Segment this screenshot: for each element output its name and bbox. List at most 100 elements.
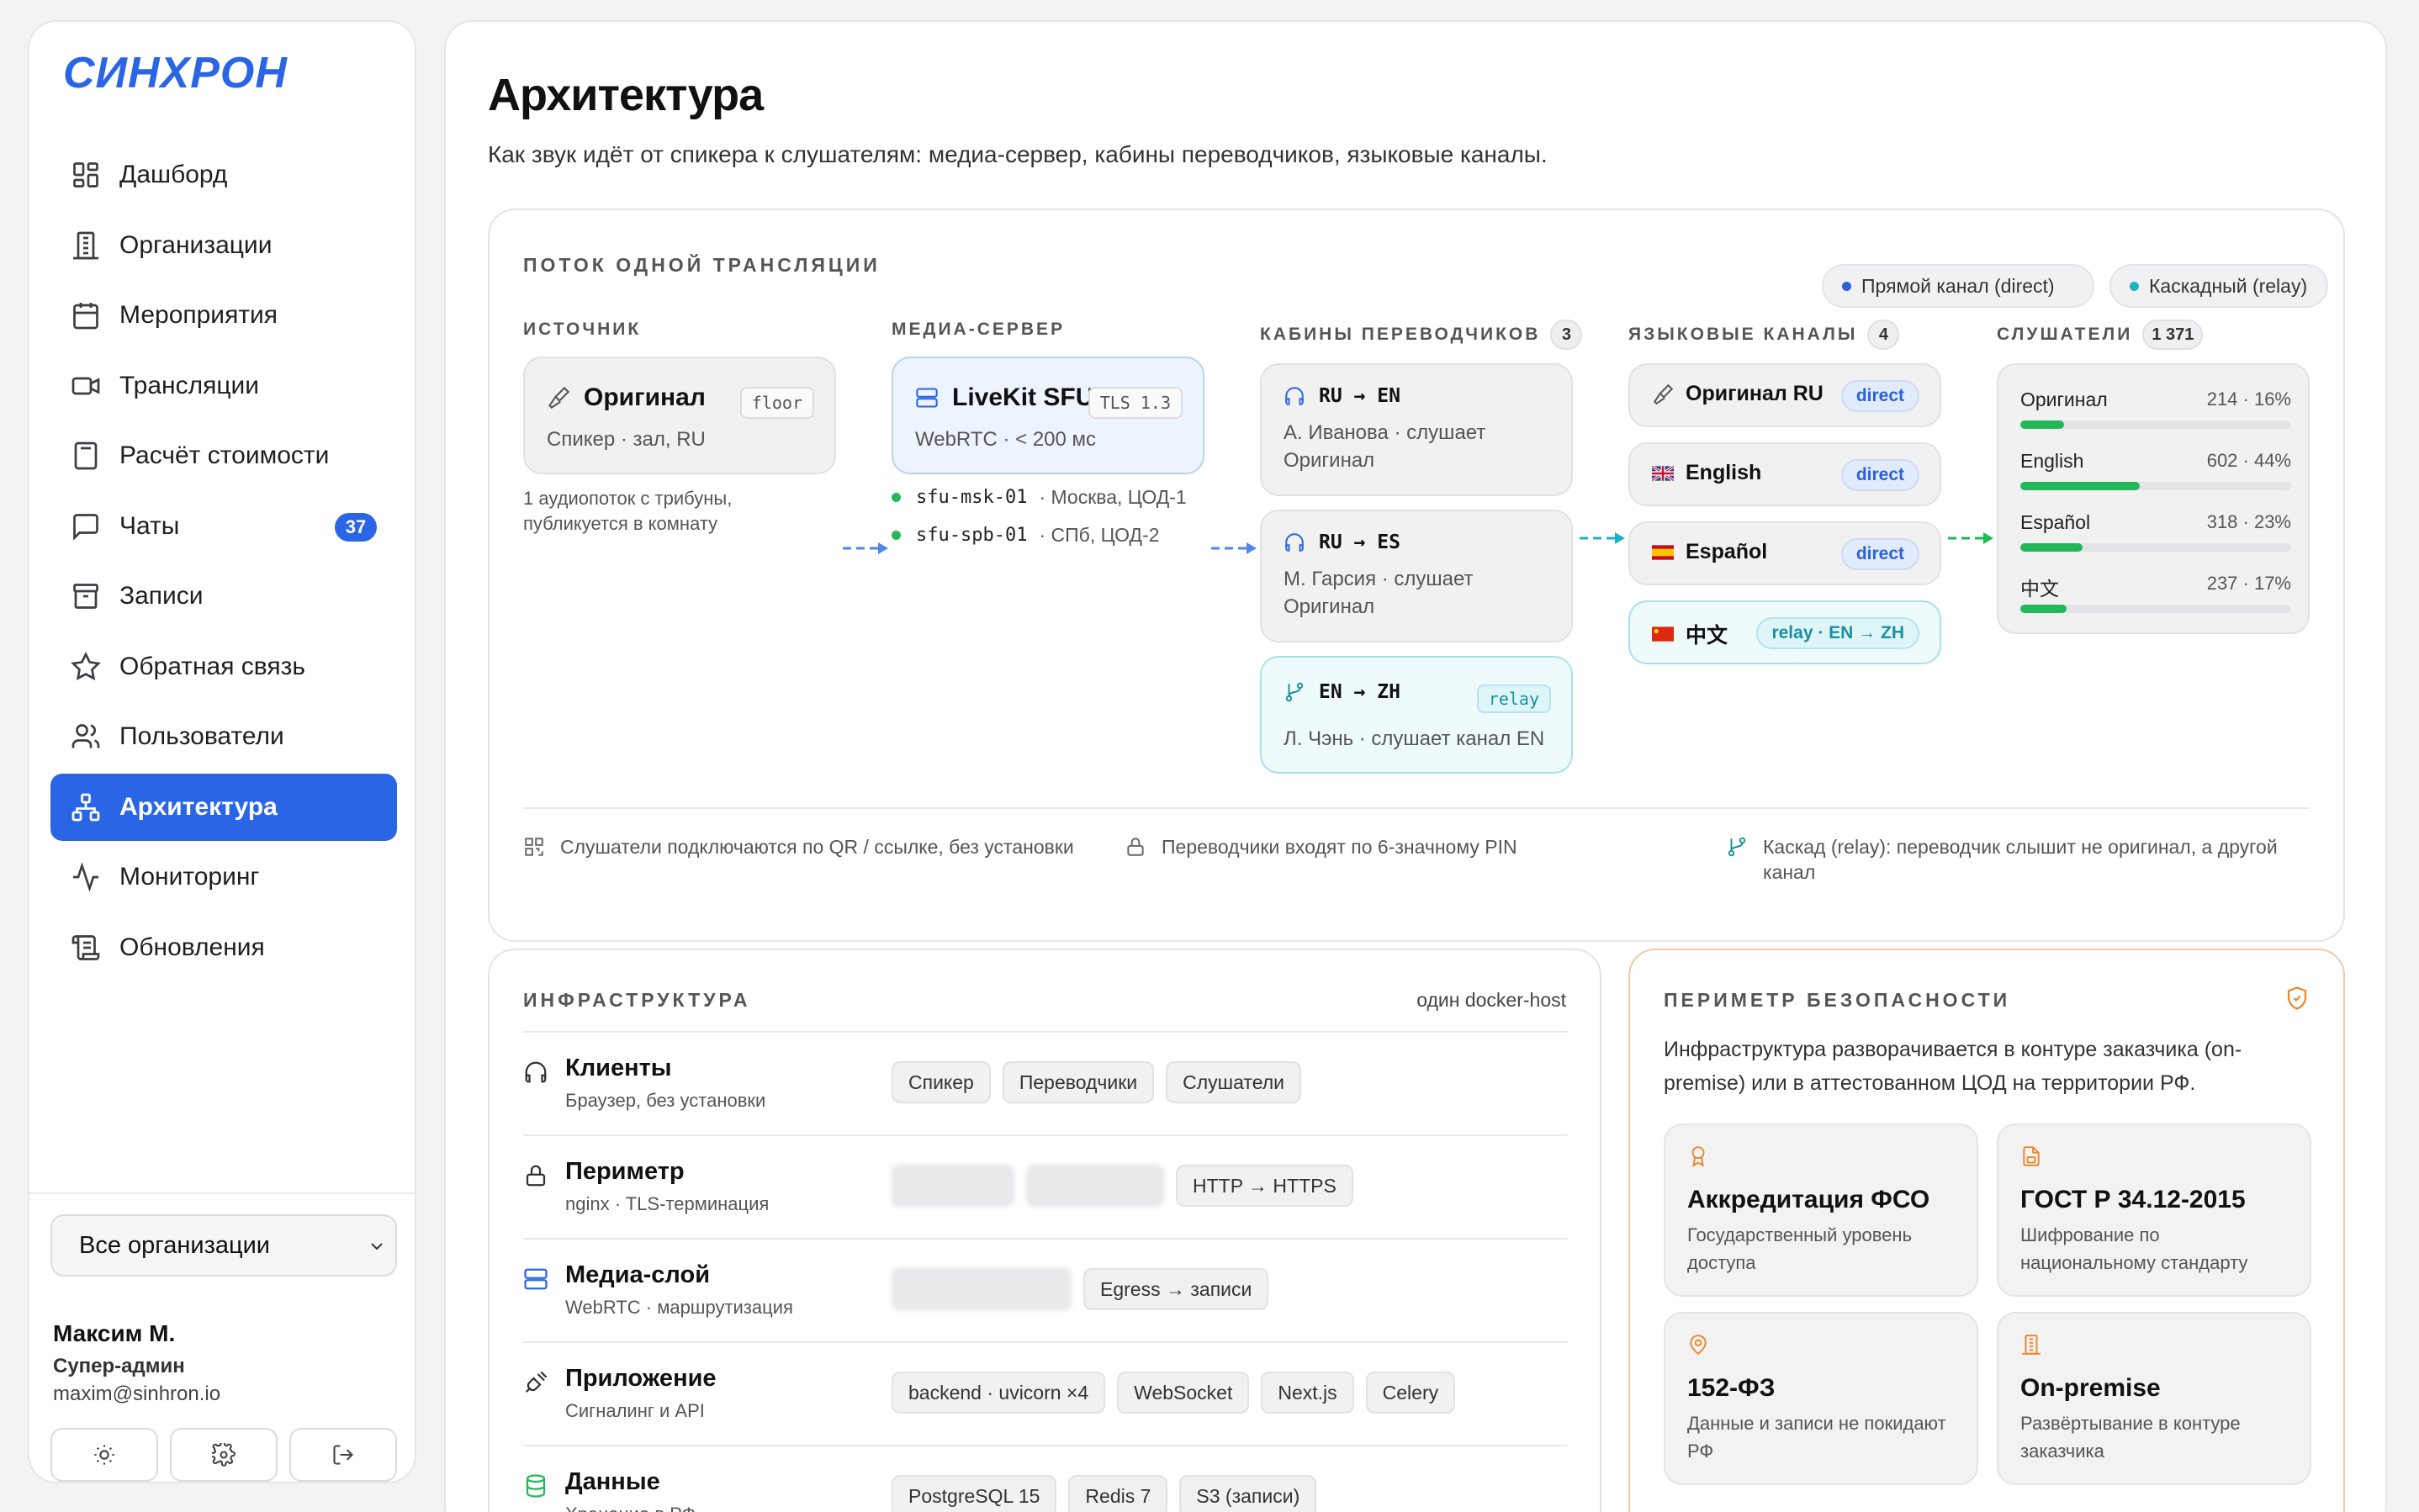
source-note: 1 аудиопоток с трибуны, публикуется в ко… — [523, 488, 733, 534]
redacted-chip — [892, 1268, 1072, 1310]
infra-layer-title: Приложение — [565, 1365, 717, 1392]
qr-code-icon — [525, 838, 543, 856]
security-feature-title: On-premise — [2020, 1374, 2161, 1402]
sidebar-item-label: Чаты — [119, 511, 180, 540]
sidebar-item-updates[interactable]: Обновления — [50, 914, 397, 981]
media-server-node[interactable]: LiveKit SFU TLS 1.3 WebRTC · < 200 мс — [892, 357, 1204, 474]
channel-label: 中文 — [1652, 619, 1728, 649]
media-tag: TLS 1.3 — [1088, 387, 1183, 419]
legend-relay: Каскадный (relay) — [2109, 264, 2328, 308]
footnote-text: Каскад (relay): переводчик слышит не ори… — [1763, 836, 2278, 883]
sidebar-item-monitoring[interactable]: Мониторинг — [50, 843, 397, 911]
file-lock-icon — [2023, 1146, 2040, 1166]
network-icon — [71, 793, 100, 821]
settings-button[interactable] — [170, 1428, 278, 1482]
branch-icon — [1285, 682, 1304, 702]
main-content: Архитектура Как звук идёт от спикера к с… — [444, 20, 2387, 1512]
chevron-down-icon — [371, 1243, 383, 1250]
infra-layer-sub: WebRTC · маршрутизация — [565, 1297, 793, 1318]
security-feature-sub: Шифрование по национальному стандарту — [2020, 1224, 2248, 1273]
legend-relay-dot — [2130, 281, 2139, 291]
database-icon — [526, 1474, 546, 1498]
source-title-text: Оригинал — [584, 383, 706, 411]
infra-chip: Слушатели — [1166, 1061, 1301, 1103]
flow-arrow-direct — [1211, 542, 1257, 554]
booth-title-text: RU → ES — [1319, 531, 1400, 553]
sidebar-item-label: Дашборд — [119, 161, 228, 188]
source-sub: Спикер · зал, RU — [547, 428, 706, 451]
security-feature-sub: Данные и записи не покидают РФ — [1687, 1413, 1946, 1462]
channel-node[interactable]: English direct — [1628, 442, 1941, 506]
listener-channel: 中文 — [2020, 578, 2059, 600]
building-icon — [73, 231, 98, 259]
stream-flow-card: ПОТОК ОДНОЙ ТРАНСЛЯЦИИ Прямой канал (dir… — [488, 209, 2345, 942]
page-subtitle: Как звук идёт от спикера к слушателям: м… — [488, 141, 1548, 167]
booth-node[interactable]: RU → EN А. Иванова · слушает Оригинал — [1260, 363, 1573, 496]
booth-node[interactable]: RU → ES М. Гарсия · слушает Оригинал — [1260, 510, 1573, 642]
map-pin-icon — [1690, 1335, 1707, 1356]
theme-toggle-button[interactable] — [50, 1428, 158, 1482]
flow-divider — [523, 807, 2310, 809]
channel-node[interactable]: Оригинал RU direct — [1628, 363, 1941, 427]
infrastructure-heading: ИНФРАСТРУКТУРА — [523, 989, 751, 1011]
security-feature-card: ГОСТ Р 34.12-2015 Шифрование по национал… — [1997, 1123, 2311, 1297]
source-node[interactable]: Оригинал floor Спикер · зал, RU — [523, 357, 836, 474]
logout-button[interactable] — [289, 1428, 397, 1482]
infra-chips: PostgreSQL 15 Redis 7 S3 (записи) — [892, 1475, 1317, 1512]
infra-chip: Next.js — [1261, 1372, 1354, 1414]
booth-title: EN → ZH — [1284, 681, 1400, 703]
sidebar-item-feedback[interactable]: Обратная связь — [50, 633, 397, 700]
infra-chip: Переводчики — [1002, 1061, 1155, 1103]
sidebar-item-label: Организации — [119, 230, 273, 259]
organization-select[interactable]: Все организации — [50, 1214, 397, 1277]
sidebar-item-label: Архитектура — [119, 792, 278, 821]
infra-layer-title: Клиенты — [565, 1055, 672, 1081]
security-feature-sub: Государственный уровень доступа — [1687, 1224, 1913, 1273]
booths-count-badge: 3 — [1550, 320, 1583, 350]
sun-icon — [94, 1445, 114, 1465]
app-logo[interactable]: СИНХРОН — [63, 50, 349, 98]
listener-share-fill — [2020, 482, 2140, 490]
microphone-icon — [548, 386, 570, 410]
listeners-column-heading: СЛУШАТЕЛИ 1 371 — [1997, 320, 2204, 350]
channel-node-relay[interactable]: 中文 relay · EN → ZH — [1628, 600, 1941, 664]
sidebar-item-pricing[interactable]: Расчёт стоимости — [50, 422, 397, 489]
source-tag: floor — [739, 387, 814, 419]
server-item: sfu-spb-01 · СПб, ЦОД-2 — [892, 524, 1160, 547]
listener-count: 602 · 44% — [2206, 450, 2291, 471]
infrastructure-note: один docker-host — [1416, 989, 1566, 1011]
infra-layer-sub: nginx · TLS-терминация — [565, 1193, 770, 1214]
sidebar-item-architecture[interactable]: Архитектура — [50, 773, 397, 841]
infra-layer-sub: Хранение в РФ — [565, 1504, 696, 1512]
sidebar: СИНХРОН Дашборд Организации Мероприятия … — [28, 20, 416, 1483]
infra-chip: Спикер — [892, 1061, 991, 1103]
sidebar-nav: Дашборд Организации Мероприятия Трансляц… — [50, 141, 397, 984]
infra-layer-row: Приложение Сигналинг и API backend · uvi… — [523, 1341, 1568, 1445]
infra-layer-sub: Браузер, без установки — [565, 1090, 766, 1111]
sidebar-item-broadcasts[interactable]: Трансляции — [50, 352, 397, 420]
shield-check-icon — [2287, 986, 2307, 1010]
channel-node[interactable]: Español direct — [1628, 521, 1941, 585]
sidebar-item-users[interactable]: Пользователи — [50, 703, 397, 770]
listeners-count-badge: 1 371 — [2142, 320, 2204, 350]
unread-badge: 37 — [335, 512, 377, 542]
media-heading-text: МЕДИА-СЕРВЕР — [892, 320, 1066, 339]
source-title: Оригинал — [547, 383, 706, 412]
channel-label-text: English — [1686, 461, 1762, 484]
booth-node-relay[interactable]: EN → ZH relay Л. Чэнь · слушает канал EN — [1260, 656, 1573, 774]
infrastructure-card: ИНФРАСТРУКТУРА один docker-host Клиенты … — [488, 949, 1601, 1512]
server-name: sfu-msk-01 — [916, 487, 1028, 508]
booths-column-heading: КАБИНЫ ПЕРЕВОДЧИКОВ 3 — [1260, 320, 1583, 350]
security-feature-title: ГОСТ Р 34.12-2015 — [2020, 1186, 2246, 1213]
listener-channel: English — [2020, 450, 2084, 472]
redacted-chip — [1026, 1165, 1164, 1207]
sidebar-item-recordings[interactable]: Записи — [50, 563, 397, 630]
sidebar-item-dashboard[interactable]: Дашборд — [50, 141, 397, 209]
lock-icon — [1127, 838, 1144, 856]
flow-arrow-listeners — [1948, 532, 1993, 544]
building-icon — [2022, 1335, 2041, 1355]
sidebar-item-organizations[interactable]: Организации — [50, 212, 397, 279]
sidebar-item-chats[interactable]: Чаты 37 — [50, 493, 397, 560]
channels-count-badge: 4 — [1867, 320, 1900, 350]
sidebar-item-events[interactable]: Мероприятия — [50, 282, 397, 349]
